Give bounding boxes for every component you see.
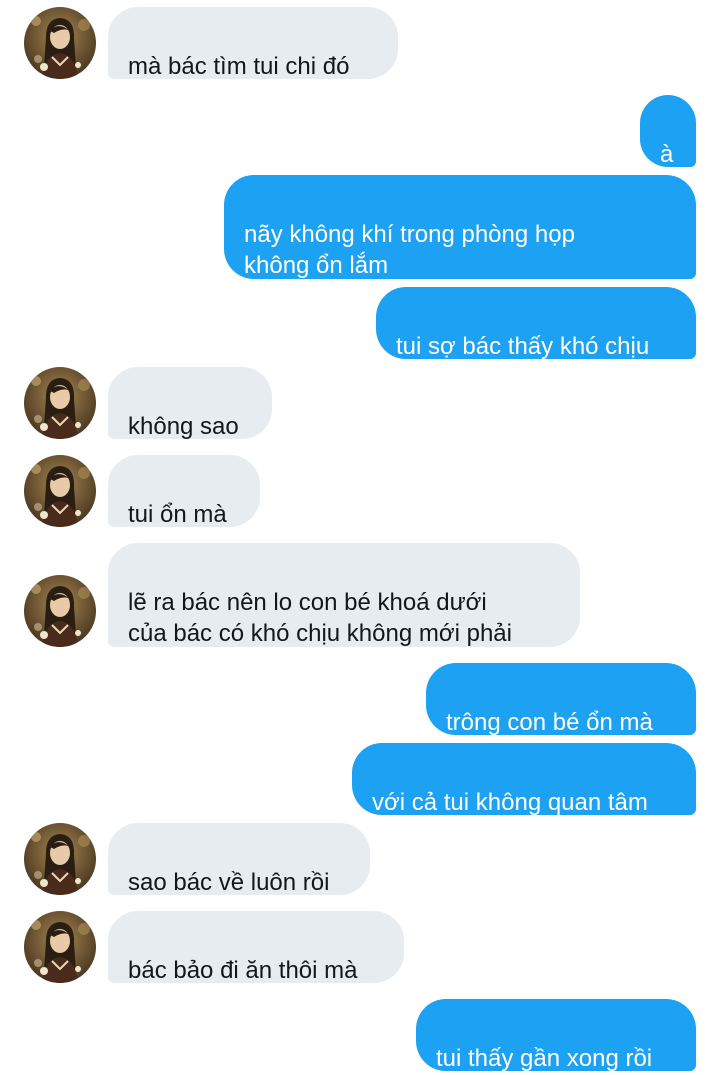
- conversation-thread: mà bác tìm tui chi đó à nãy không khí tr…: [0, 0, 720, 1075]
- contact-avatar[interactable]: [24, 367, 96, 439]
- avatar-icon: [24, 7, 96, 79]
- message-text: tui ổn mà: [128, 501, 227, 528]
- message-bubble-outgoing[interactable]: nãy không khí trong phòng họp không ổn l…: [224, 175, 696, 279]
- message-text: tui thấy gần xong rồi: [436, 1045, 653, 1072]
- message-text: lẽ ra bác nên lo con bé khoá dưới của bá…: [128, 589, 512, 647]
- message-text: mà bác tìm tui chi đó: [128, 53, 350, 80]
- message-bubble-incoming[interactable]: bác bảo đi ăn thôi mà: [108, 911, 404, 984]
- message-text: tui sợ bác thấy khó chịu: [396, 333, 650, 360]
- contact-avatar[interactable]: [24, 911, 96, 983]
- message-bubble-incoming[interactable]: không sao: [108, 367, 272, 440]
- contact-avatar[interactable]: [24, 455, 96, 527]
- message-bubble-outgoing[interactable]: à: [640, 95, 696, 168]
- avatar-icon: [24, 455, 96, 527]
- contact-avatar[interactable]: [24, 823, 96, 895]
- message-bubble-outgoing[interactable]: tui sợ bác thấy khó chịu: [376, 287, 696, 360]
- contact-avatar[interactable]: [24, 7, 96, 79]
- message-text: bác bảo đi ăn thôi mà: [128, 957, 358, 984]
- avatar-icon: [24, 823, 96, 895]
- message-text: sao bác về luôn rồi: [128, 869, 330, 896]
- avatar-icon: [24, 367, 96, 439]
- contact-avatar[interactable]: [24, 575, 96, 647]
- message-bubble-outgoing[interactable]: trông con bé ổn mà: [426, 663, 696, 736]
- message-bubble-incoming[interactable]: sao bác về luôn rồi: [108, 823, 370, 896]
- avatar-icon: [24, 911, 96, 983]
- message-text: với cả tui không quan tâm: [372, 789, 648, 816]
- message-text: à: [660, 141, 674, 168]
- message-text: không sao: [128, 413, 239, 440]
- message-bubble-outgoing[interactable]: với cả tui không quan tâm: [352, 743, 696, 816]
- message-text: trông con bé ổn mà: [446, 709, 653, 736]
- message-bubble-outgoing[interactable]: tui thấy gần xong rồi: [416, 999, 696, 1072]
- message-bubble-incoming[interactable]: tui ổn mà: [108, 455, 260, 528]
- message-bubble-incoming[interactable]: lẽ ra bác nên lo con bé khoá dưới của bá…: [108, 543, 580, 647]
- avatar-icon: [24, 575, 96, 647]
- message-text: nãy không khí trong phòng họp không ổn l…: [244, 221, 575, 279]
- message-bubble-incoming[interactable]: mà bác tìm tui chi đó: [108, 7, 398, 80]
